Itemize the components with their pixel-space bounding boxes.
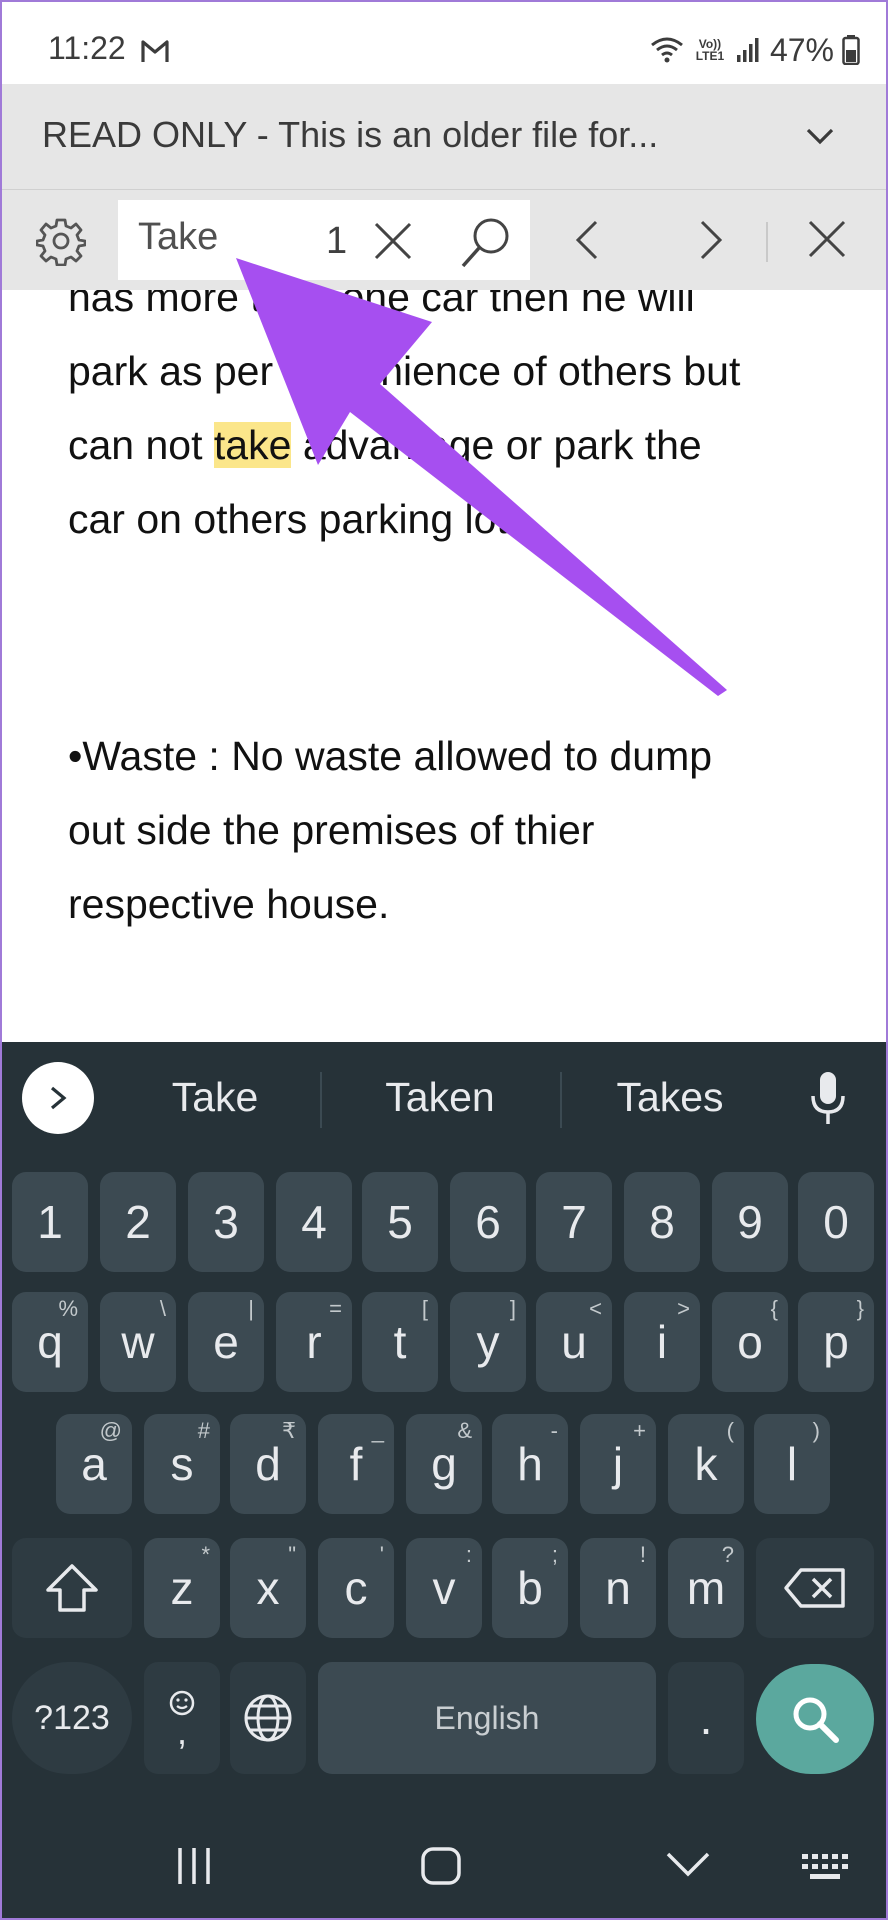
key-o[interactable]: o{ bbox=[712, 1292, 788, 1392]
suggestion-bar: Take Taken Takes bbox=[0, 1042, 888, 1152]
key-i[interactable]: i > bbox=[624, 1292, 700, 1392]
suggestion-item[interactable]: Taken bbox=[360, 1074, 520, 1121]
key-h[interactable]: h- bbox=[492, 1414, 568, 1514]
key-7[interactable]: 7 bbox=[536, 1172, 612, 1272]
search-highlight: take bbox=[213, 422, 292, 468]
keyboard: Take Taken Takes 1 2 3 4 5 6 7 8 9 0 q% … bbox=[0, 1042, 888, 1920]
battery-icon bbox=[842, 35, 860, 65]
key-f[interactable]: f _ bbox=[318, 1414, 394, 1514]
language-key[interactable] bbox=[230, 1662, 306, 1774]
status-bar: 11:22 Vo)) LTE1 47% bbox=[0, 0, 888, 84]
divider bbox=[320, 1072, 322, 1128]
wifi-icon bbox=[651, 37, 683, 63]
space-bar[interactable]: English bbox=[318, 1662, 656, 1774]
suggestion-item[interactable]: Takes bbox=[590, 1074, 750, 1121]
key-a[interactable]: a @ bbox=[56, 1414, 132, 1514]
key-p[interactable]: p} bbox=[798, 1292, 874, 1392]
previous-match-icon[interactable] bbox=[570, 218, 604, 262]
text-segment: advantage or park the bbox=[302, 422, 702, 468]
keyboard-switch-icon[interactable] bbox=[800, 1852, 852, 1882]
key-k[interactable]: k( bbox=[668, 1414, 744, 1514]
search-key[interactable] bbox=[756, 1664, 874, 1774]
key-r[interactable]: r = bbox=[276, 1292, 352, 1392]
divider bbox=[766, 222, 768, 262]
match-count: 1 bbox=[326, 220, 348, 262]
key-5[interactable]: 5 bbox=[362, 1172, 438, 1272]
navigation-bar bbox=[0, 1810, 888, 1920]
document-line: can not take advantage or park the bbox=[68, 422, 702, 469]
suggestion-item[interactable]: Take bbox=[140, 1074, 290, 1121]
read-only-banner[interactable]: READ ONLY - This is an older file for... bbox=[0, 84, 888, 190]
search-icon[interactable] bbox=[458, 214, 514, 270]
home-icon[interactable] bbox=[420, 1846, 462, 1886]
chevron-down-icon[interactable] bbox=[802, 118, 838, 154]
shift-key[interactable] bbox=[12, 1538, 132, 1638]
key-x[interactable]: x " bbox=[230, 1538, 306, 1638]
expand-toolbar-button[interactable] bbox=[22, 1062, 94, 1134]
gear-icon[interactable] bbox=[36, 216, 86, 266]
divider bbox=[560, 1072, 562, 1128]
key-d[interactable]: d ₹ bbox=[230, 1414, 306, 1514]
document-line: car on others parking lot . bbox=[68, 496, 531, 542]
globe-icon bbox=[244, 1694, 292, 1742]
key-q[interactable]: q% bbox=[12, 1292, 88, 1392]
key-0[interactable]: 0 bbox=[798, 1172, 874, 1272]
key-v[interactable]: v: bbox=[406, 1538, 482, 1638]
document-line: •Waste : No waste allowed to dump bbox=[68, 733, 713, 779]
recent-apps-icon[interactable] bbox=[174, 1846, 214, 1886]
symbols-key[interactable]: ?123 bbox=[12, 1662, 132, 1774]
backspace-icon bbox=[784, 1568, 845, 1608]
status-icons: Vo)) LTE1 47% bbox=[650, 30, 860, 70]
key-b[interactable]: b; bbox=[492, 1538, 568, 1638]
key-l[interactable]: l) bbox=[754, 1414, 830, 1514]
key-n[interactable]: n! bbox=[580, 1538, 656, 1638]
lte-icon: Vo)) LTE1 bbox=[695, 37, 725, 63]
shift-icon bbox=[46, 1564, 98, 1612]
key-g[interactable]: g & bbox=[406, 1414, 482, 1514]
key-j[interactable]: j + bbox=[580, 1414, 656, 1514]
key-e[interactable]: e | bbox=[188, 1292, 264, 1392]
period-key[interactable]: . bbox=[668, 1662, 744, 1774]
status-time: 11:22 bbox=[48, 30, 126, 66]
key-8[interactable]: 8 bbox=[624, 1172, 700, 1272]
key-4[interactable]: 4 bbox=[276, 1172, 352, 1272]
search-icon bbox=[793, 1697, 839, 1743]
key-z[interactable]: z * bbox=[144, 1538, 220, 1638]
document-line: park as per convinience of others but bbox=[68, 348, 741, 394]
key-1[interactable]: 1 bbox=[12, 1172, 88, 1272]
key-6[interactable]: 6 bbox=[450, 1172, 526, 1272]
emoji-comma-key[interactable]: , bbox=[144, 1662, 220, 1774]
clear-search-icon[interactable] bbox=[372, 220, 414, 262]
key-y[interactable]: y] bbox=[450, 1292, 526, 1392]
next-match-icon[interactable] bbox=[694, 218, 728, 262]
chevron-right-icon bbox=[50, 1086, 67, 1110]
document-line: respective house. bbox=[68, 881, 390, 927]
key-u[interactable]: u < bbox=[536, 1292, 612, 1392]
backspace-key[interactable] bbox=[756, 1538, 874, 1638]
document-line: has more than one car then he will bbox=[68, 290, 695, 320]
microphone-icon[interactable] bbox=[806, 1070, 850, 1126]
key-c[interactable]: c ' bbox=[318, 1538, 394, 1638]
key-9[interactable]: 9 bbox=[712, 1172, 788, 1272]
document-line: out side the premises of thier bbox=[68, 807, 595, 853]
key-w[interactable]: w \ bbox=[100, 1292, 176, 1392]
key-3[interactable]: 3 bbox=[188, 1172, 264, 1272]
signal-icon bbox=[736, 38, 759, 62]
gmail-icon bbox=[141, 40, 169, 62]
key-s[interactable]: s # bbox=[144, 1414, 220, 1514]
key-t[interactable]: t[ bbox=[362, 1292, 438, 1392]
read-only-message: READ ONLY - This is an older file for... bbox=[42, 114, 659, 155]
key-m[interactable]: m? bbox=[668, 1538, 744, 1638]
document-view[interactable]: has more than one car then he will park … bbox=[0, 290, 888, 1042]
find-input[interactable] bbox=[138, 216, 338, 259]
battery-percent: 47% bbox=[769, 31, 834, 68]
hide-keyboard-icon[interactable] bbox=[664, 1850, 712, 1880]
find-bar: 1 bbox=[0, 190, 888, 290]
text-segment: can not bbox=[68, 422, 203, 468]
find-field[interactable]: 1 bbox=[118, 200, 530, 280]
key-2[interactable]: 2 bbox=[100, 1172, 176, 1272]
close-icon[interactable] bbox=[806, 218, 848, 260]
